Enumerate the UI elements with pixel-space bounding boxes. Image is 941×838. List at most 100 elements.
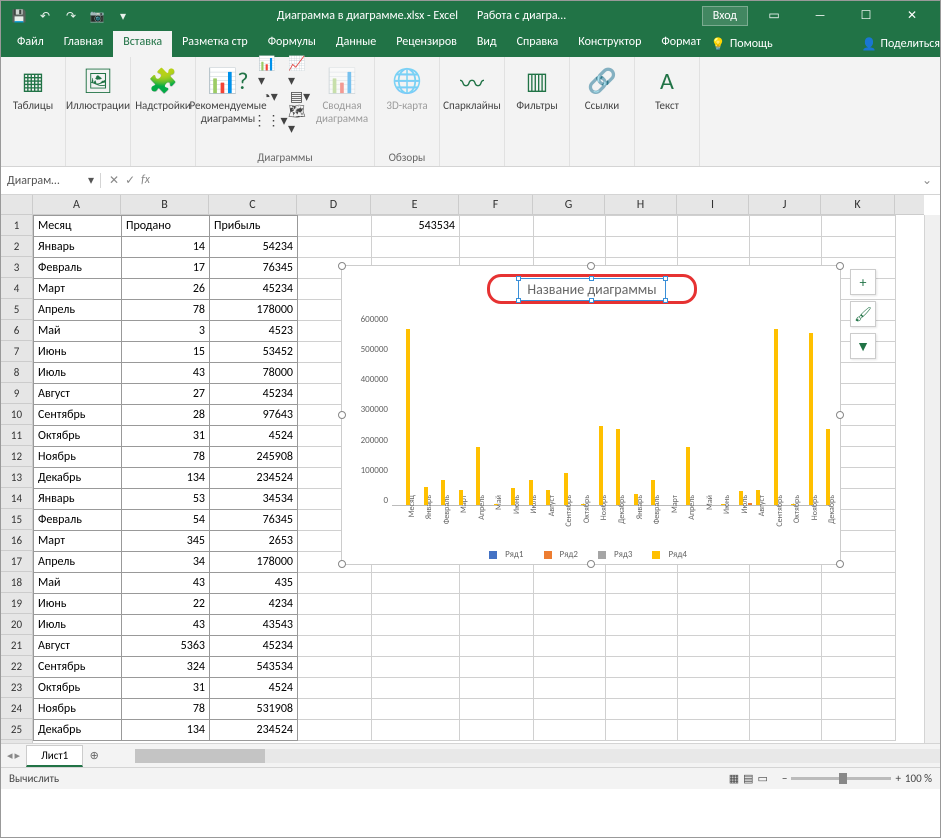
cell[interactable]: 324	[122, 657, 210, 678]
cell[interactable]	[750, 657, 822, 678]
cell[interactable]: Июль	[34, 363, 122, 384]
bar[interactable]	[424, 487, 428, 505]
cell[interactable]	[822, 594, 896, 615]
row-head[interactable]: 17	[1, 551, 32, 572]
cell[interactable]: 178000	[210, 552, 298, 573]
namebox-dropdown-icon[interactable]: ▾	[88, 173, 94, 188]
cell[interactable]: 76345	[210, 510, 298, 531]
cell[interactable]: 26	[122, 279, 210, 300]
zoom-slider[interactable]	[791, 777, 891, 780]
bar[interactable]	[546, 490, 550, 505]
zoom-out-button[interactable]: −	[782, 772, 787, 785]
col-head[interactable]: A	[33, 195, 121, 214]
bar[interactable]	[651, 480, 655, 505]
cell[interactable]: Декабрь	[34, 468, 122, 489]
cell[interactable]: 543534	[210, 657, 298, 678]
ribbon-options-icon[interactable]: ▭	[754, 2, 794, 30]
cell[interactable]: 54234	[210, 237, 298, 258]
sparklines-button[interactable]: 〰Спарклайны	[448, 61, 496, 116]
cell[interactable]	[678, 615, 750, 636]
cell[interactable]	[606, 699, 678, 720]
cell[interactable]	[298, 237, 372, 258]
tellme-icon[interactable]: 💡	[711, 37, 726, 52]
bar[interactable]	[406, 329, 410, 505]
3dmap-button[interactable]: 🌐3D-карта	[383, 61, 431, 116]
cell[interactable]	[534, 594, 606, 615]
select-all-corner[interactable]	[1, 195, 33, 215]
row-head[interactable]: 3	[1, 257, 32, 278]
cell[interactable]: Ноябрь	[34, 699, 122, 720]
cell[interactable]	[822, 720, 896, 741]
cell[interactable]	[372, 594, 460, 615]
cell[interactable]: 234524	[210, 720, 298, 741]
cell[interactable]	[750, 636, 822, 657]
tab-home[interactable]: Главная	[54, 31, 113, 57]
cell[interactable]: 34	[122, 552, 210, 573]
enter-formula-icon[interactable]: ✓	[125, 173, 135, 188]
tab-file[interactable]: Файл	[7, 31, 54, 57]
fx-icon[interactable]: fx	[141, 173, 150, 188]
cell[interactable]	[298, 678, 372, 699]
cell[interactable]	[372, 657, 460, 678]
cell[interactable]	[822, 699, 896, 720]
cell[interactable]	[372, 636, 460, 657]
bar[interactable]	[739, 491, 743, 505]
cell[interactable]: Август	[34, 636, 122, 657]
cell[interactable]	[750, 573, 822, 594]
bar[interactable]	[634, 494, 638, 505]
tables-button[interactable]: ▦Таблицы	[9, 61, 57, 116]
cell[interactable]: 45234	[210, 279, 298, 300]
maximize-icon[interactable]: ☐	[846, 2, 886, 30]
tab-review[interactable]: Рецензиров	[386, 31, 467, 57]
addins-button[interactable]: 🧩Надстройки	[139, 61, 187, 116]
camera-icon[interactable]: 📷	[89, 8, 105, 24]
cell[interactable]: Март	[34, 531, 122, 552]
cell[interactable]	[534, 573, 606, 594]
bar[interactable]	[809, 333, 813, 505]
cell[interactable]: 543534	[372, 216, 460, 237]
cell[interactable]: 4523	[210, 321, 298, 342]
cell[interactable]	[460, 237, 534, 258]
cell[interactable]	[534, 678, 606, 699]
tab-format[interactable]: Формат	[651, 31, 710, 57]
row-head[interactable]: 21	[1, 635, 32, 656]
cell[interactable]	[678, 237, 750, 258]
cell[interactable]	[822, 216, 896, 237]
save-icon[interactable]: 💾	[11, 8, 27, 24]
cell[interactable]: Апрель	[34, 552, 122, 573]
col-head[interactable]: H	[605, 195, 677, 214]
cell[interactable]: 53	[122, 489, 210, 510]
cell[interactable]: 45234	[210, 384, 298, 405]
bar[interactable]	[616, 429, 620, 505]
cell[interactable]	[606, 657, 678, 678]
cell[interactable]	[372, 678, 460, 699]
cell[interactable]: 2653	[210, 531, 298, 552]
sheet-nav-prev-icon[interactable]: ◂	[7, 749, 13, 762]
cell[interactable]	[606, 615, 678, 636]
name-box[interactable]: Диаграм…▾	[1, 173, 101, 188]
cell[interactable]: 531908	[210, 699, 298, 720]
cell[interactable]: Август	[34, 384, 122, 405]
cell[interactable]	[372, 237, 460, 258]
cell[interactable]	[750, 237, 822, 258]
row-head[interactable]: 15	[1, 509, 32, 530]
row-head[interactable]: 11	[1, 425, 32, 446]
chart-title[interactable]: Название диаграммы	[518, 278, 665, 301]
cell[interactable]: 78	[122, 300, 210, 321]
cell[interactable]: 45234	[210, 636, 298, 657]
bar[interactable]	[459, 490, 463, 505]
login-button[interactable]: Вход	[702, 6, 748, 26]
cell[interactable]: 78	[122, 447, 210, 468]
redo-icon[interactable]: ↷	[63, 8, 79, 24]
bar[interactable]	[756, 490, 760, 505]
cell[interactable]	[298, 573, 372, 594]
bar[interactable]	[564, 473, 568, 505]
vertical-scrollbar[interactable]	[924, 215, 940, 743]
row-head[interactable]: 14	[1, 488, 32, 509]
cell[interactable]	[750, 216, 822, 237]
sheet-tab-1[interactable]: Лист1	[26, 745, 83, 767]
cell[interactable]: Февраль	[34, 510, 122, 531]
bar[interactable]	[686, 447, 690, 505]
pie-chart-button[interactable]: ◔▾	[258, 85, 282, 107]
cell[interactable]: 43	[122, 573, 210, 594]
